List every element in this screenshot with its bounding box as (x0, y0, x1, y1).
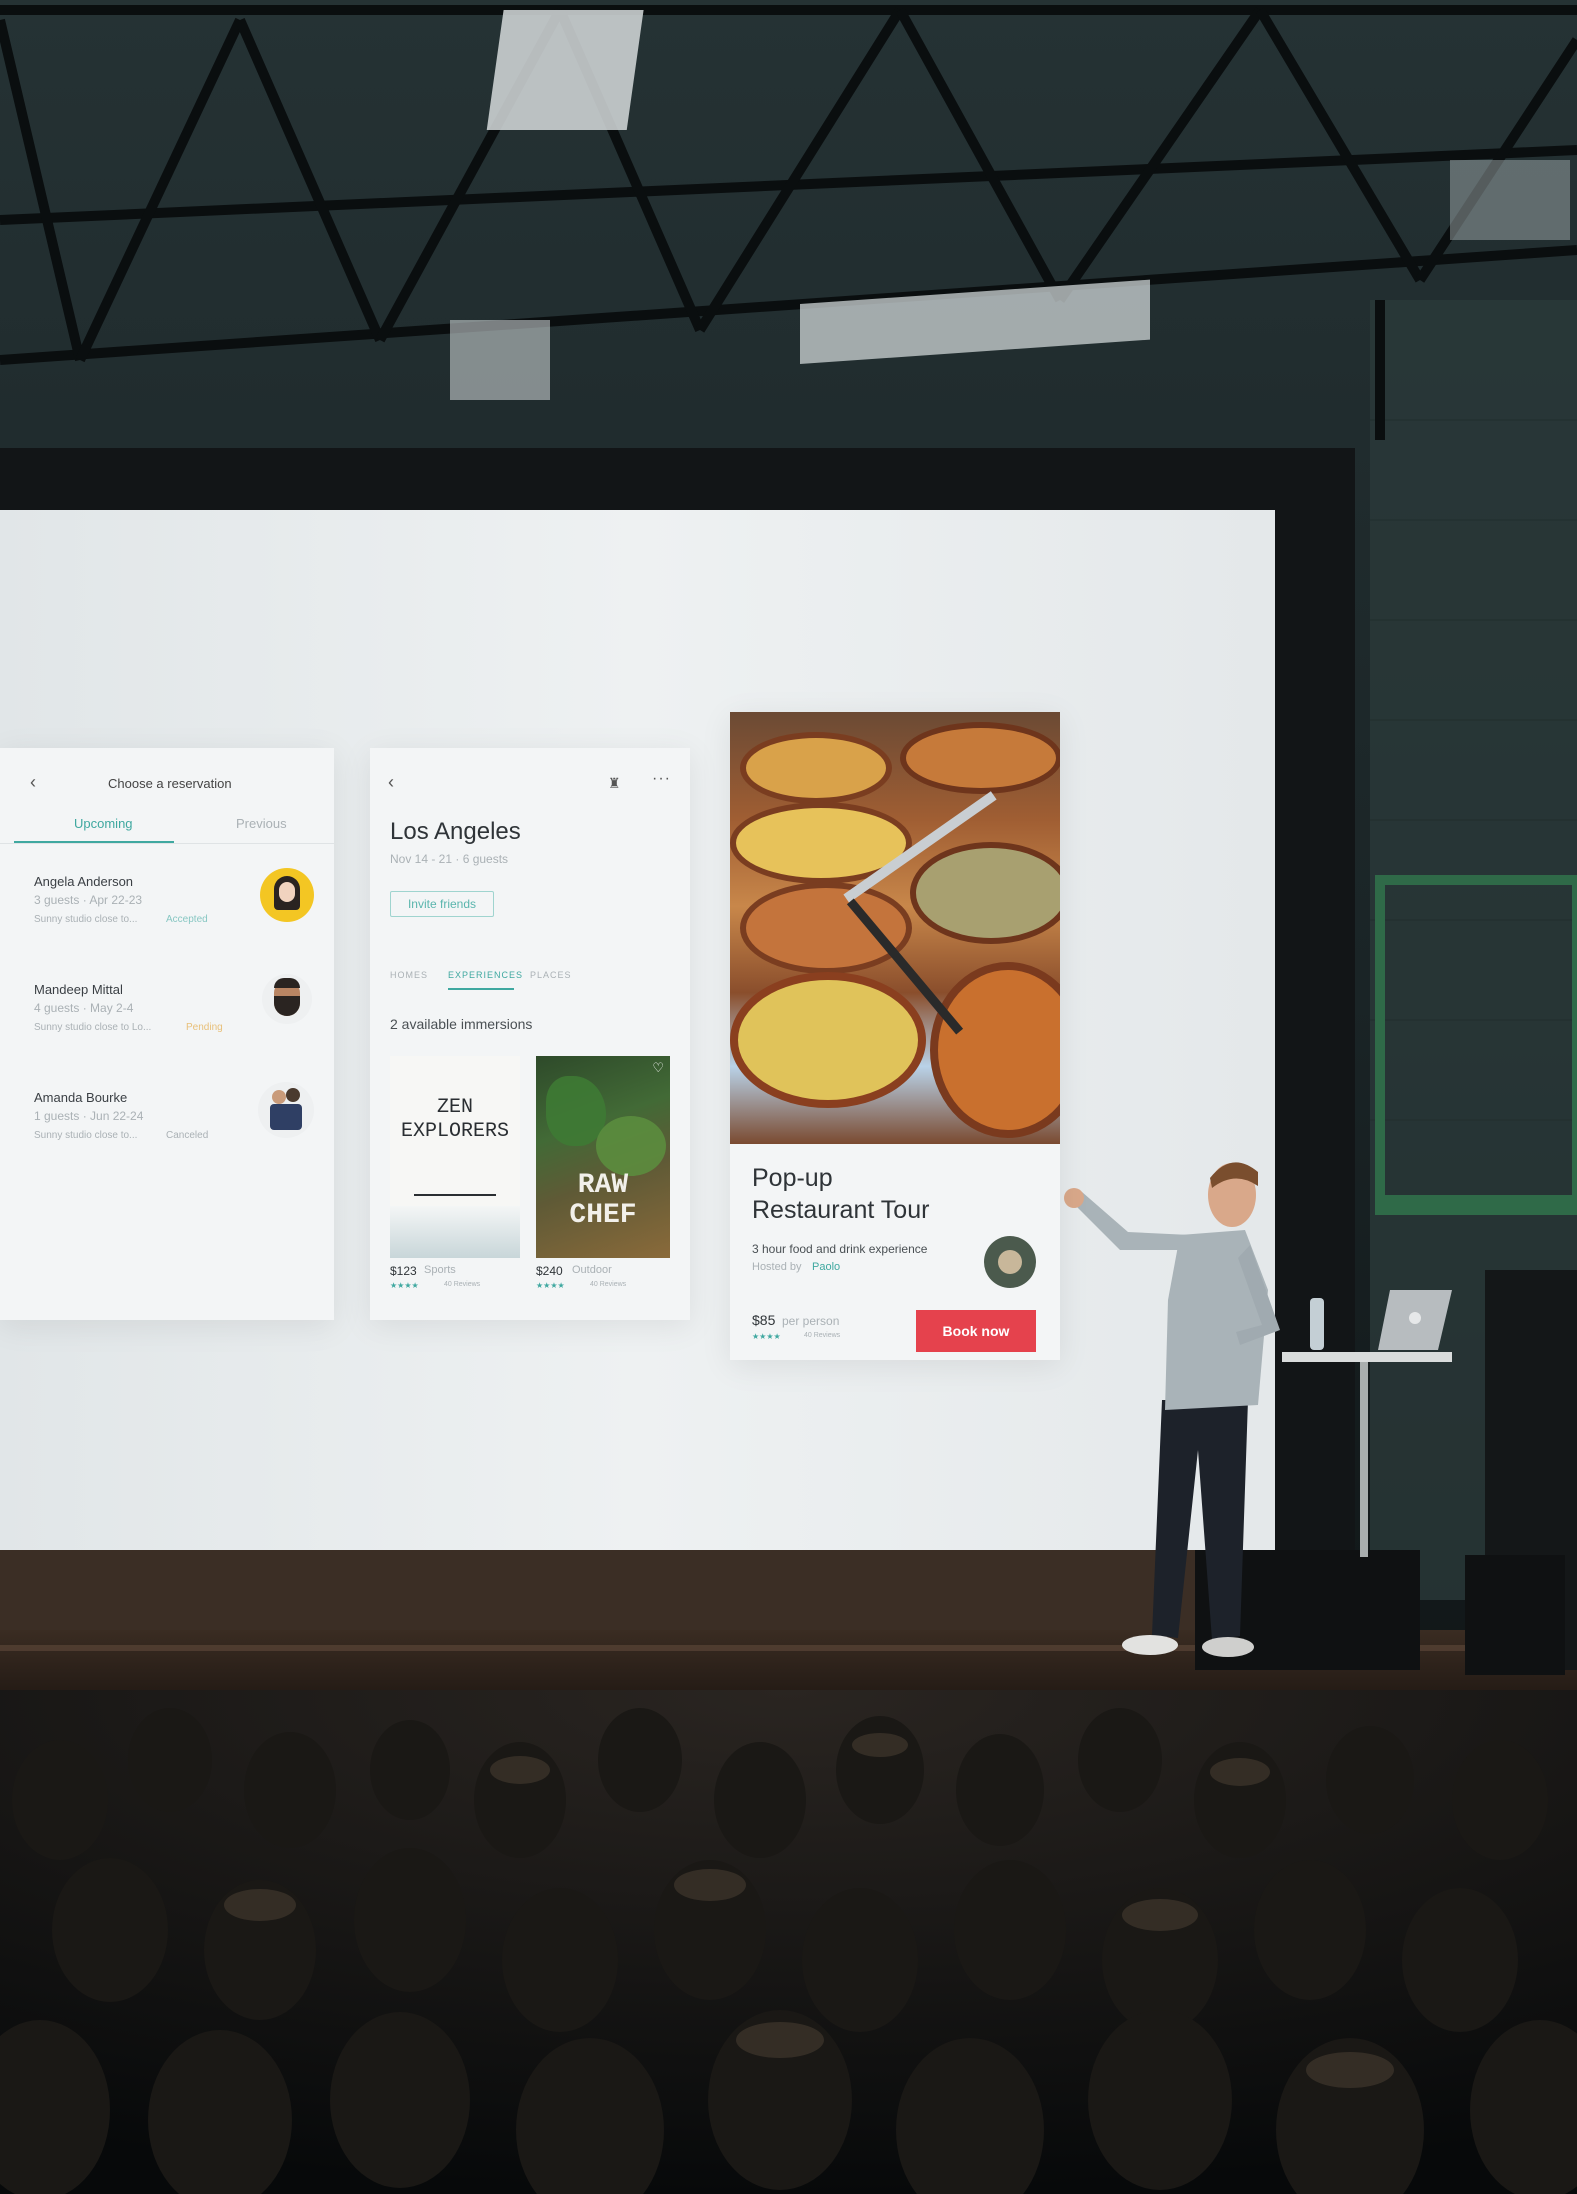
city-title: Los Angeles (390, 818, 521, 845)
card-stars: ★★★★ (536, 1281, 565, 1290)
card-category: Sports (424, 1264, 456, 1276)
tab-previous[interactable]: Previous (236, 816, 287, 831)
stage-speaker (1465, 1555, 1565, 1675)
rating-reviews: 40 Reviews (804, 1332, 841, 1339)
host-avatar[interactable] (984, 1236, 1036, 1288)
reservation-details: 1 guests · Jun 22-24 (34, 1109, 144, 1123)
rating-stars: ★★★★ (752, 1332, 781, 1341)
cover-waves (390, 1206, 520, 1258)
cover-title: ZEN EXPLORERS (400, 1096, 510, 1143)
avatar (258, 1082, 314, 1138)
experience-title-line1: Pop-up (752, 1164, 833, 1192)
card-reviews: 40 Reviews (444, 1281, 481, 1288)
price-suffix: per person (782, 1314, 840, 1328)
tab-experiences[interactable]: EXPERIENCES (448, 970, 523, 980)
tab-divider (0, 843, 334, 844)
card-price: $123 (390, 1264, 417, 1278)
book-now-button[interactable]: Book now (916, 1310, 1036, 1352)
experience-description: 3 hour food and drink experience (752, 1242, 928, 1256)
experience-title-line2: Restaurant Tour (752, 1196, 930, 1224)
reservations-title: Choose a reservation (108, 776, 232, 791)
avatar (262, 974, 312, 1024)
podium-table (1282, 1352, 1452, 1362)
card-stars: ★★★★ (390, 1281, 419, 1290)
reservation-status: Accepted (166, 914, 208, 925)
card-cover: RAW CHEF ♡ (536, 1056, 670, 1258)
section-title: 2 available immersions (390, 1016, 533, 1032)
price: $85 (752, 1312, 776, 1328)
card-category: Outdoor (572, 1264, 612, 1276)
back-icon[interactable]: ‹ (388, 772, 394, 793)
water-bottle (1310, 1298, 1324, 1350)
city-panel: ‹ ♜ ··· Los Angeles Nov 14 - 21 · 6 gues… (370, 748, 690, 1320)
guest-name: Amanda Bourke (34, 1090, 128, 1105)
reservation-desc: Sunny studio close to Lo... (34, 1022, 152, 1033)
apple-logo-icon (1409, 1312, 1421, 1324)
reservation-desc: Sunny studio close to... (34, 914, 138, 925)
host-prefix: Hosted by (752, 1261, 802, 1273)
guest-name: Angela Anderson (34, 874, 134, 889)
card-price: $240 (536, 1264, 563, 1278)
tab-underline (448, 988, 514, 990)
card-reviews: 40 Reviews (590, 1281, 627, 1288)
cover-title: RAW CHEF (569, 1170, 637, 1231)
reservation-details: 3 guests · Apr 22-23 (34, 893, 143, 907)
podium-leg (1360, 1362, 1368, 1557)
experience-detail-panel: Pop-up Restaurant Tour 3 hour food and d… (730, 712, 1060, 1360)
back-icon[interactable]: ‹ (30, 772, 36, 793)
ceiling-light (450, 320, 550, 400)
cover-line (414, 1194, 496, 1196)
tab-places[interactable]: PLACES (530, 970, 572, 980)
more-icon[interactable]: ··· (652, 770, 671, 788)
guest-name: Mandeep Mittal (34, 982, 123, 997)
avatar (260, 868, 314, 922)
host-name[interactable]: Paolo (812, 1261, 840, 1273)
reservation-details: 4 guests · May 2-4 (34, 1001, 134, 1015)
reservation-status: Pending (186, 1022, 223, 1033)
reservation-desc: Sunny studio close to... (34, 1130, 138, 1141)
card-cover: ZEN EXPLORERS (390, 1056, 520, 1258)
screen-bottom-edge (0, 1550, 1275, 1630)
tab-upcoming[interactable]: Upcoming (74, 816, 133, 831)
reservations-panel: ‹ Choose a reservation Upcoming Previous… (0, 748, 334, 1320)
tab-homes[interactable]: HOMES (390, 970, 428, 980)
trip-dates: Nov 14 - 21 · 6 guests (390, 852, 509, 866)
food-photo (730, 712, 1060, 1144)
gift-icon[interactable]: ♜ (608, 775, 621, 792)
green-beam (1380, 1195, 1577, 1209)
ceiling-light (1450, 160, 1570, 240)
invite-friends-button[interactable]: Invite friends (390, 891, 494, 917)
ceiling-light (486, 10, 644, 130)
reservation-status: Canceled (166, 1130, 209, 1141)
heart-icon[interactable]: ♡ (652, 1060, 664, 1076)
